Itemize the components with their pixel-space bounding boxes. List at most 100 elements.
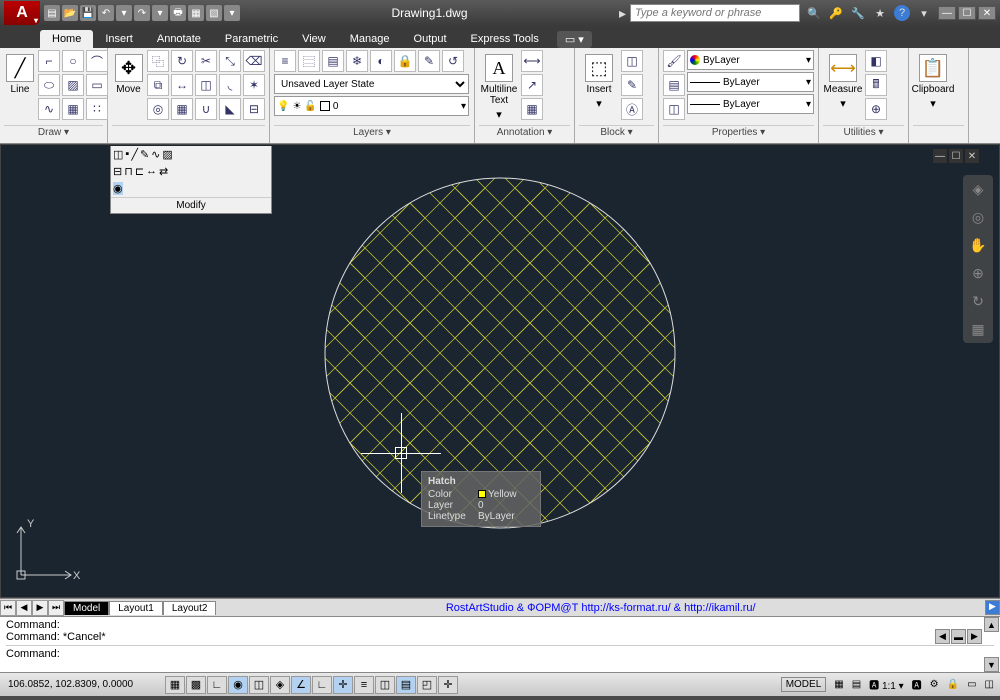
osnap-toggle[interactable]: ◫	[249, 676, 269, 694]
line-button[interactable]: ╱ Line	[4, 50, 36, 99]
paste-button[interactable]: 📋 Clipboard ▾	[913, 50, 953, 114]
tab-model[interactable]: Model	[64, 601, 109, 615]
stretch-icon[interactable]: ↔	[171, 74, 193, 96]
otrack-toggle[interactable]: ∠	[291, 676, 311, 694]
layer-props-icon[interactable]: ≡	[274, 50, 296, 72]
join-icon[interactable]: ∪	[195, 98, 217, 120]
layer-iso-icon[interactable]: ▤	[322, 50, 344, 72]
ellipse-icon[interactable]: ⬭	[38, 74, 60, 96]
am-toggle[interactable]: ✛	[438, 676, 458, 694]
model-space-button[interactable]: MODEL	[781, 677, 827, 692]
tab-annotate[interactable]: Annotate	[145, 30, 213, 48]
circle-icon[interactable]: ○	[62, 50, 84, 72]
mirror-icon[interactable]: ⧉	[147, 74, 169, 96]
sc-toggle[interactable]: ◰	[417, 676, 437, 694]
layer-prev-icon[interactable]: ↺	[442, 50, 464, 72]
chevron-down-icon[interactable]: ▾	[224, 5, 240, 21]
tab-home[interactable]: Home	[40, 30, 93, 48]
align-icon[interactable]: ⊟	[113, 165, 122, 178]
layer-state-dropdown[interactable]: Unsaved Layer State	[274, 74, 469, 94]
vp-close-icon[interactable]: ✕	[965, 149, 979, 163]
ducs-toggle[interactable]: ∟	[312, 676, 332, 694]
point-icon[interactable]: ∷	[86, 98, 108, 120]
zoom-extents-icon[interactable]: ⊕	[968, 263, 988, 283]
dimension-icon[interactable]: ⟷	[521, 50, 543, 72]
chevron-down-icon[interactable]: ▾	[116, 5, 132, 21]
region-icon[interactable]: ▦	[62, 98, 84, 120]
undo-icon[interactable]: ↶	[98, 5, 114, 21]
draworder-icon[interactable]: ◉	[113, 182, 123, 195]
pan-icon[interactable]: ✋	[968, 235, 988, 255]
last-tab-icon[interactable]: ⏭	[48, 600, 64, 616]
tab-view[interactable]: View	[290, 30, 338, 48]
scroll-right-icon[interactable]: ▶	[985, 600, 1000, 615]
tab-manage[interactable]: Manage	[338, 30, 402, 48]
vp-minimize-icon[interactable]: —	[933, 149, 947, 163]
offset-icon[interactable]: ◎	[147, 98, 169, 120]
help-icon[interactable]: ?	[894, 5, 910, 21]
measure-button[interactable]: ⟷ Measure ▾	[823, 50, 863, 114]
lengthen-icon[interactable]: ╱	[131, 148, 138, 161]
close-button[interactable]: ✕	[978, 6, 996, 20]
viewcube-icon[interactable]: ◈	[968, 179, 988, 199]
mtext-button[interactable]: A Multiline Text ▾	[479, 50, 519, 125]
scroll-thumb[interactable]: ▬	[951, 629, 966, 644]
polyline-icon[interactable]: ⌐	[38, 50, 60, 72]
chamfer-icon[interactable]: ◣	[219, 98, 241, 120]
tab-layout1[interactable]: Layout1	[109, 601, 163, 615]
tpy-toggle[interactable]: ◫	[375, 676, 395, 694]
insert-button[interactable]: ⬚ Insert ▾	[579, 50, 619, 114]
next-tab-icon[interactable]: ▶	[32, 600, 48, 616]
grid-toggle[interactable]: ▩	[186, 676, 206, 694]
spline-icon[interactable]: ∿	[38, 98, 60, 120]
join-icon[interactable]: ↔	[146, 165, 157, 178]
move-button[interactable]: ✥ Move	[112, 50, 145, 99]
chevron-down-icon[interactable]: ▾	[152, 5, 168, 21]
rotate-icon[interactable]: ↻	[171, 50, 193, 72]
panel-title[interactable]: Properties ▾	[663, 125, 814, 141]
quickcalc-icon[interactable]: 🖩	[865, 74, 887, 96]
hatch-icon[interactable]: ▨	[62, 74, 84, 96]
showmotion-icon[interactable]: ▦	[968, 319, 988, 339]
command-line[interactable]: Command: Command: *Cancel* Command: ▲▼ ◀…	[0, 616, 1000, 672]
tab-insert[interactable]: Insert	[93, 30, 145, 48]
scale-icon[interactable]: ◫	[195, 74, 217, 96]
annotation-visibility-icon[interactable]: 🅰	[912, 677, 922, 692]
erase-icon[interactable]: ⌫	[243, 50, 265, 72]
plot-icon[interactable]: ▦	[188, 5, 204, 21]
chevron-down-icon[interactable]: ▾	[916, 5, 932, 21]
snap-toggle[interactable]: ▦	[165, 676, 185, 694]
props-icon[interactable]: ◫	[663, 98, 685, 120]
rectangle-icon[interactable]: ▭	[86, 74, 108, 96]
scroll-left-icon[interactable]: ◀	[935, 629, 950, 644]
break-icon[interactable]: ⊟	[243, 98, 265, 120]
quickview-drawings-icon[interactable]: ▤	[852, 679, 861, 690]
vp-maximize-icon[interactable]: ☐	[949, 149, 963, 163]
clean-screen-icon[interactable]: ◫	[985, 679, 994, 690]
edit-pline-icon[interactable]: ✎	[140, 148, 149, 161]
print-icon[interactable]: 🖶	[170, 5, 186, 21]
coordinates-display[interactable]: 106.0852, 102.8309, 0.0000	[0, 679, 165, 690]
panel-title[interactable]: Block ▾	[579, 125, 654, 141]
id-point-icon[interactable]: ⊕	[865, 98, 887, 120]
save-icon[interactable]: 💾	[80, 5, 96, 21]
array-icon[interactable]: ▦	[171, 98, 193, 120]
panel-title[interactable]: Modify	[111, 197, 271, 213]
layer-off-icon[interactable]: ◐	[370, 50, 392, 72]
break-icon[interactable]: ⊓	[124, 165, 133, 178]
copy-icon[interactable]: ⿻	[147, 50, 169, 72]
app-menu-button[interactable]: A	[4, 1, 40, 25]
binoculars-icon[interactable]: 🔍	[806, 5, 822, 21]
search-input[interactable]	[630, 4, 800, 22]
change-space-icon[interactable]: ▪	[125, 148, 129, 161]
toolbar-lock-icon[interactable]: 🔒	[947, 679, 959, 690]
maximize-button[interactable]: ☐	[958, 6, 976, 20]
lineweight-dropdown[interactable]: ByLayer▾	[687, 72, 814, 92]
extend-icon[interactable]: ⤡	[219, 50, 241, 72]
tab-express-tools[interactable]: Express Tools	[459, 30, 551, 48]
edit-spline-icon[interactable]: ∿	[151, 148, 160, 161]
scroll-right-icon[interactable]: ▶	[967, 629, 982, 644]
layer-freeze-icon[interactable]: ❄	[346, 50, 368, 72]
panel-title[interactable]: Annotation ▾	[479, 125, 570, 141]
select-icon[interactable]: ◧	[865, 50, 887, 72]
